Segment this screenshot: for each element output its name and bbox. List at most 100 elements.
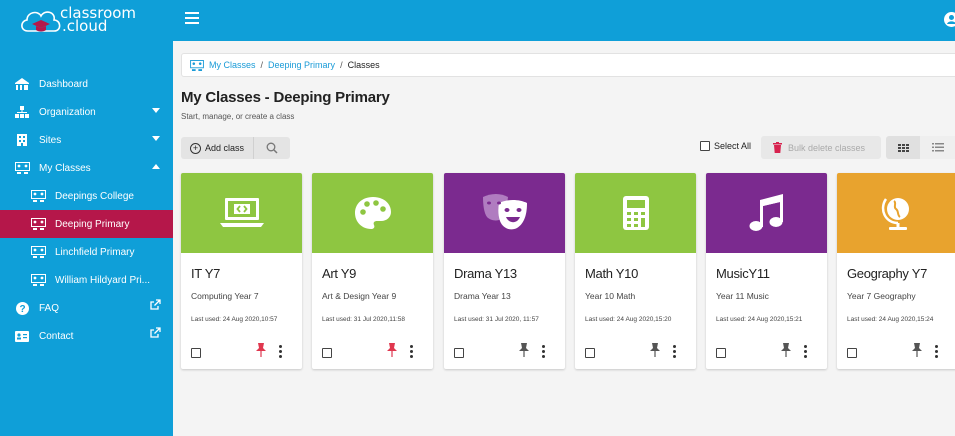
sidebar-item-label: Linchfield Primary — [55, 246, 135, 258]
sidebar-item-sites[interactable]: Sites — [0, 126, 173, 154]
class-name: MusicY11 — [716, 266, 770, 281]
help-icon: ? — [14, 300, 30, 316]
class-description: Drama Year 13 — [454, 291, 511, 301]
classroom-icon — [30, 244, 46, 260]
palette-icon — [354, 197, 391, 229]
sidebar-item-label: FAQ — [39, 302, 60, 314]
class-description: Art & Design Year 9 — [322, 291, 397, 301]
class-card[interactable]: Drama Y13 Drama Year 13 Last used: 31 Ju… — [444, 173, 565, 369]
class-card[interactable]: Math Y10 Year 10 Math Last used: 24 Aug … — [575, 173, 696, 369]
user-account-icon[interactable] — [944, 12, 955, 27]
page-subtitle: Start, manage, or create a class — [181, 112, 295, 121]
search-button[interactable] — [254, 137, 290, 159]
breadcrumb-separator: / — [260, 60, 264, 70]
card-checkbox[interactable] — [454, 348, 464, 358]
classroom-icon — [30, 216, 46, 232]
card-banner — [312, 173, 433, 253]
laptop-icon — [219, 198, 264, 227]
card-banner — [575, 173, 696, 253]
external-link-icon — [150, 299, 161, 313]
more-options-icon[interactable] — [542, 345, 546, 360]
class-description: Year 7 Geography — [847, 291, 916, 301]
sidebar-item-label: Deeping Primary — [55, 218, 130, 230]
sidebar-item-deepings-college[interactable]: Deepings College — [0, 182, 173, 210]
pin-icon[interactable] — [255, 343, 267, 357]
card-banner — [706, 173, 827, 253]
sidebar-item-faq[interactable]: ? FAQ — [0, 294, 173, 322]
more-options-icon[interactable] — [410, 345, 414, 360]
svg-text:?: ? — [19, 304, 25, 315]
breadcrumb-link-my-classes[interactable]: My Classes — [209, 60, 256, 70]
sidebar-item-deeping-primary[interactable]: Deeping Primary — [0, 210, 173, 238]
sidebar-item-label: Deepings College — [55, 190, 134, 202]
classroom-icon — [190, 59, 204, 71]
last-used: Last used: 24 Aug 2020,15:24 — [847, 316, 934, 323]
more-options-icon[interactable] — [935, 345, 939, 360]
pin-icon[interactable] — [780, 343, 792, 357]
select-all-checkbox[interactable]: Select All — [700, 141, 751, 151]
sidebar-item-contact[interactable]: Contact — [0, 322, 173, 350]
menu-icon[interactable] — [185, 12, 199, 27]
class-description: Year 10 Math — [585, 291, 636, 301]
more-options-icon[interactable] — [279, 345, 283, 360]
add-circle-icon: + — [190, 142, 201, 154]
calculator-icon — [622, 196, 649, 230]
pin-icon[interactable] — [518, 343, 530, 357]
sidebar-item-label: Organization — [39, 106, 96, 118]
chevron-down-icon — [152, 108, 160, 113]
checkbox[interactable] — [700, 141, 710, 151]
sidebar-item-my-classes[interactable]: My Classes — [0, 154, 173, 182]
class-name: Geography Y7 — [847, 266, 927, 281]
grid-view-button[interactable] — [886, 136, 920, 159]
sidebar-item-linchfield-primary[interactable]: Linchfield Primary — [0, 238, 173, 266]
trash-icon — [773, 142, 782, 153]
pin-icon[interactable] — [911, 343, 923, 357]
more-options-icon[interactable] — [804, 345, 808, 360]
sidebar-item-william-hildyard[interactable]: William Hildyard Pri... — [0, 266, 173, 294]
chevron-up-icon — [152, 164, 160, 169]
building-icon — [14, 132, 30, 148]
pin-icon[interactable] — [649, 343, 661, 357]
breadcrumb-link-deeping-primary[interactable]: Deeping Primary — [268, 60, 335, 70]
sidebar-item-label: My Classes — [39, 162, 91, 174]
breadcrumb-current: Classes — [347, 60, 380, 70]
last-used: Last used: 31 Jul 2020,11:58 — [322, 316, 405, 323]
class-card[interactable]: IT Y7 Computing Year 7 Last used: 24 Aug… — [181, 173, 302, 369]
bulk-delete-button[interactable]: Bulk delete classes — [761, 136, 881, 159]
dashboard-icon — [14, 76, 30, 92]
classroom-icon — [30, 188, 46, 204]
logo-text: classroom .cloud — [60, 6, 136, 34]
list-view-button[interactable] — [920, 136, 955, 159]
card-banner — [837, 173, 955, 253]
globe-icon — [881, 198, 909, 230]
logo[interactable]: classroom .cloud — [0, 0, 173, 40]
sidebar-item-label: Sites — [39, 134, 62, 146]
card-checkbox[interactable] — [585, 348, 595, 358]
add-class-label: Add class — [205, 143, 245, 153]
breadcrumb-separator: / — [340, 60, 343, 70]
bulk-delete-label: Bulk delete classes — [788, 142, 866, 153]
card-banner — [181, 173, 302, 253]
class-name: Art Y9 — [322, 266, 357, 281]
sidebar-item-organization[interactable]: Organization — [0, 98, 173, 126]
class-card[interactable]: Art Y9 Art & Design Year 9 Last used: 31… — [312, 173, 433, 369]
add-class-button[interactable]: + Add class — [181, 137, 255, 159]
contact-card-icon — [14, 328, 30, 344]
last-used: Last used: 24 Aug 2020,15:20 — [585, 316, 672, 323]
class-name: Drama Y13 — [454, 266, 517, 281]
sidebar-item-dashboard[interactable]: Dashboard — [0, 70, 173, 98]
class-card[interactable]: MusicY11 Year 11 Music Last used: 24 Aug… — [706, 173, 827, 369]
more-options-icon[interactable] — [673, 345, 677, 360]
card-checkbox[interactable] — [322, 348, 332, 358]
classroom-icon — [14, 160, 30, 176]
list-view-icon — [931, 143, 944, 152]
card-checkbox[interactable] — [191, 348, 201, 358]
classroom-icon — [30, 272, 46, 288]
pin-icon[interactable] — [386, 343, 398, 357]
class-card[interactable]: Geography Y7 Year 7 Geography Last used:… — [837, 173, 955, 369]
sidebar-nav: Dashboard Organization Sites My Classes — [0, 70, 173, 350]
card-checkbox[interactable] — [716, 348, 726, 358]
card-checkbox[interactable] — [847, 348, 857, 358]
sidebar-item-label: William Hildyard Pri... — [55, 274, 151, 286]
top-bar — [173, 0, 955, 41]
